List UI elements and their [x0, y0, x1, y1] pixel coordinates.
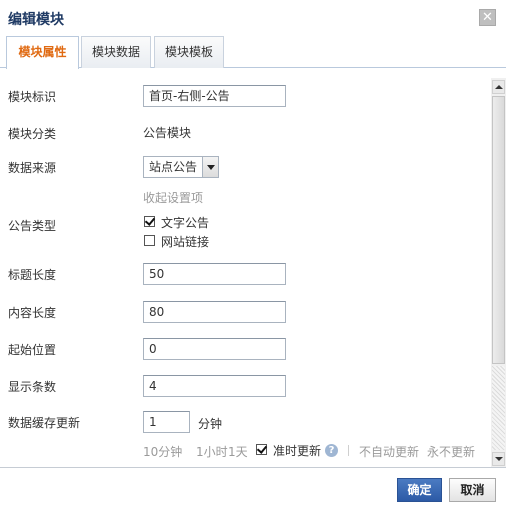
scroll-thumb[interactable] [492, 96, 505, 364]
text-notice-checkbox[interactable] [144, 216, 155, 227]
module-category-value: 公告模块 [143, 126, 192, 140]
dialog-title: 编辑模块 [8, 12, 64, 28]
data-source-select[interactable]: 站点公告 [143, 156, 219, 178]
tab-module-template[interactable]: 模块模板 [154, 36, 224, 68]
cache-refresh-input[interactable]: 1 [143, 411, 190, 433]
divider [348, 445, 349, 456]
display-count-input[interactable]: 4 [143, 375, 286, 397]
no-auto-refresh-link[interactable]: 不自动更新 [359, 443, 419, 460]
quick-1day-link[interactable]: 1天 [228, 443, 248, 460]
module-id-label: 模块标识 [8, 90, 57, 104]
start-position-label: 起始位置 [8, 343, 57, 357]
confirm-button[interactable]: 确定 [397, 478, 442, 502]
display-count-label: 显示条数 [8, 380, 57, 394]
cache-refresh-label: 数据缓存更新 [8, 416, 81, 430]
tab-bar: 模块属性 模块数据 模块模板 [0, 36, 506, 69]
title-length-label: 标题长度 [8, 268, 57, 282]
content-length-label: 内容长度 [8, 306, 57, 320]
close-icon[interactable]: ✕ [479, 9, 496, 26]
content-length-input[interactable]: 80 [143, 301, 286, 323]
site-link-checkbox[interactable] [144, 235, 155, 246]
data-source-label: 数据来源 [8, 161, 57, 175]
cancel-button[interactable]: 取消 [449, 478, 496, 502]
cache-refresh-unit: 分钟 [198, 417, 223, 431]
title-length-input[interactable]: 50 [143, 263, 286, 285]
vertical-scrollbar[interactable] [491, 78, 506, 467]
never-refresh-link[interactable]: 永不更新 [427, 443, 475, 460]
quick-10min-link[interactable]: 10分钟 [143, 443, 182, 460]
notice-type-label: 公告类型 [8, 219, 57, 233]
scroll-track[interactable] [492, 366, 505, 450]
site-link-label: 网站链接 [161, 235, 210, 249]
tab-module-data[interactable]: 模块数据 [81, 36, 151, 68]
scroll-down-icon[interactable] [492, 452, 505, 466]
scroll-up-icon[interactable] [492, 80, 505, 94]
help-icon[interactable]: ? [325, 444, 338, 457]
ontime-refresh-label: 准时更新 [273, 444, 322, 458]
ontime-refresh-checkbox[interactable] [256, 444, 267, 455]
dialog-footer: 确定 取消 [0, 467, 506, 506]
start-position-input[interactable]: 0 [143, 338, 286, 360]
module-category-label: 模块分类 [8, 127, 57, 141]
module-id-input[interactable]: 首页-右侧-公告 [143, 85, 286, 107]
collapse-settings-link[interactable]: 收起设置项 [143, 189, 203, 206]
text-notice-label: 文字公告 [161, 216, 210, 230]
data-source-selected: 站点公告 [149, 160, 198, 174]
quick-1hour-link[interactable]: 1小时 [196, 443, 228, 460]
form-panel: 模块标识 首页-右侧-公告 模块分类 公告模块 数据来源 站点公告 收起设置项 … [0, 69, 491, 467]
tab-module-properties[interactable]: 模块属性 [6, 36, 79, 69]
chevron-down-icon [202, 157, 218, 177]
dialog-titlebar: 编辑模块 ✕ [0, 0, 506, 36]
